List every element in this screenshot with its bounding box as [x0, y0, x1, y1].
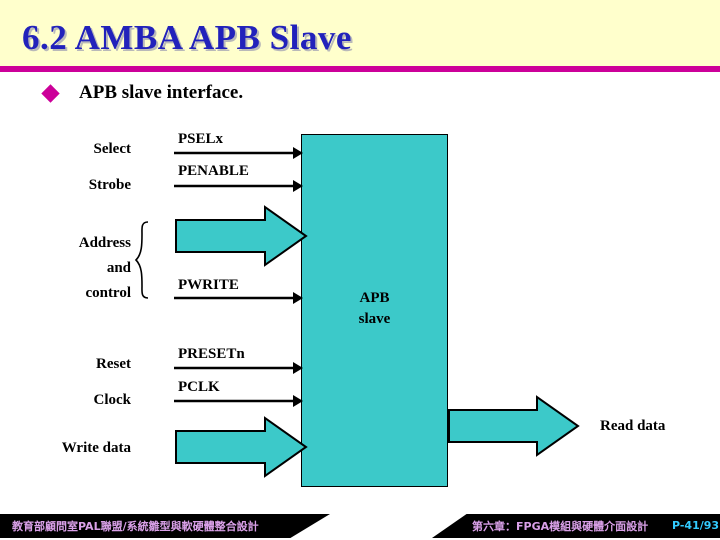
pclk-signal-label: PCLK	[178, 379, 220, 395]
prdata-signal-label: PRDATA	[459, 418, 520, 434]
strobe-label: Strobe	[88, 177, 131, 193]
paddr-signal-label: PADDR	[182, 227, 234, 243]
pselx-arrow-line	[174, 147, 303, 159]
address-label-line3: control	[85, 285, 131, 301]
presetn-arrow-line	[174, 362, 303, 374]
footer-right-text: 第六章：FPGA模組與硬體介面設計	[472, 520, 649, 533]
pclk-arrow-line	[174, 395, 303, 407]
write-data-label: Write data	[61, 440, 131, 456]
pwrite-signal-label: PWRITE	[178, 277, 239, 293]
pselx-signal-label: PSELx	[178, 131, 224, 147]
reset-label: Reset	[96, 356, 131, 372]
slide-canvas: 6.2 AMBA APB Slave APB slave interface. …	[0, 0, 720, 540]
footer-left-text: 教育部顧問室PAL聯盟/系統雛型與軟硬體整合設計	[12, 520, 259, 533]
read-data-label: Read data	[600, 418, 666, 434]
address-control-brace-icon	[134, 221, 149, 299]
penable-arrow-line	[174, 180, 303, 192]
apb-slave-block-label-line1: APB	[359, 290, 390, 306]
pwdata-signal-label: PWDATA	[182, 439, 247, 455]
page-number: P-41/93	[672, 519, 720, 532]
penable-signal-label: PENABLE	[178, 163, 249, 179]
address-label-line2: and	[106, 260, 131, 276]
select-label: Select	[93, 141, 131, 157]
clock-label: Clock	[93, 392, 132, 408]
apb-slave-block-label: APB slave	[301, 288, 448, 330]
apb-slave-block-label-line2: slave	[358, 311, 391, 327]
address-label-line1: Address	[78, 235, 131, 251]
apb-slave-diagram: APB slave Select Strobe Address and cont…	[0, 0, 720, 540]
presetn-signal-label: PRESETn	[178, 346, 245, 362]
